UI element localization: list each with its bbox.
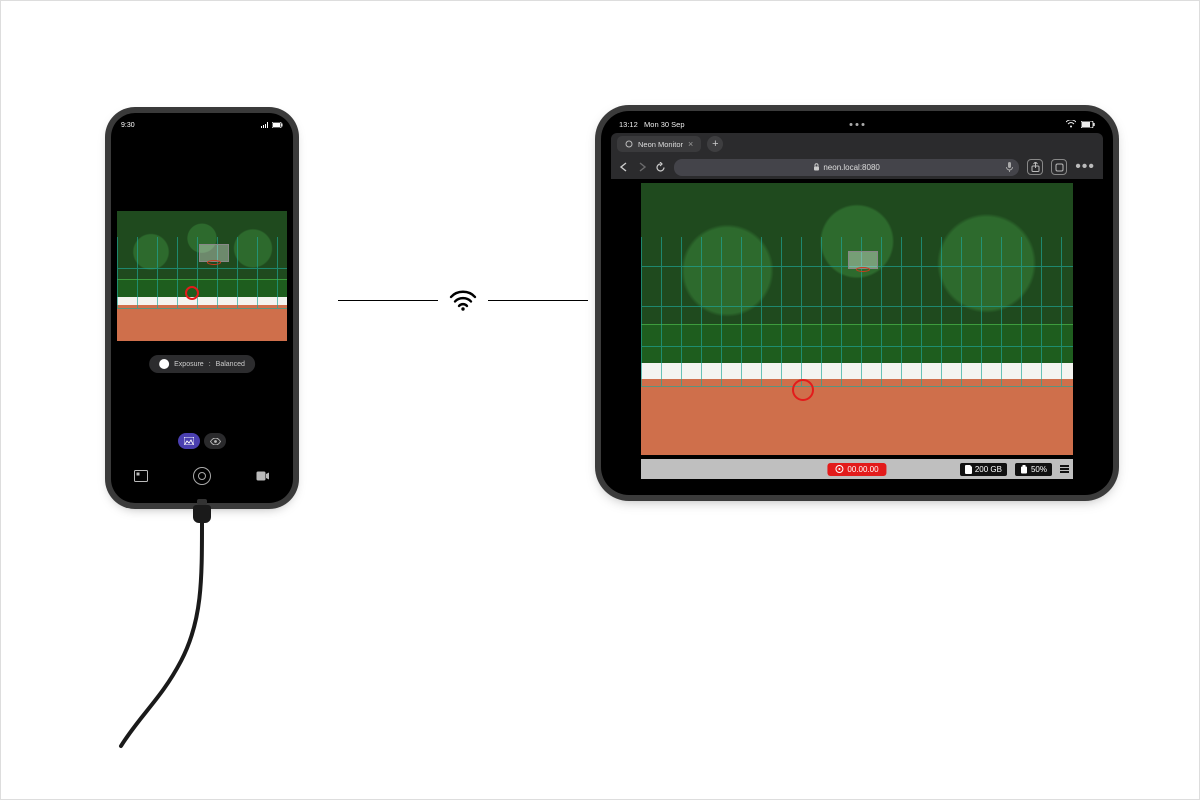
tabs-icon[interactable] <box>1051 159 1067 175</box>
page-favicon-icon <box>625 140 633 148</box>
mic-icon[interactable] <box>1006 162 1013 172</box>
url-text: neon.local:8080 <box>823 163 880 172</box>
wifi-icon <box>449 289 477 311</box>
tablet-clock: 13:12 <box>619 120 638 129</box>
eye-icon <box>210 438 221 445</box>
monitor-bottom-strip: 00.00.00 200 GB 50% <box>641 459 1073 479</box>
basketball-hoop <box>848 251 878 277</box>
back-icon[interactable] <box>619 162 629 172</box>
record-icon <box>835 465 843 473</box>
browser-tab-strip: Neon Monitor × + <box>611 133 1103 155</box>
browser-address-bar: neon.local:8080 ••• <box>611 155 1103 179</box>
record-indicator[interactable]: 00.00.00 <box>827 463 886 476</box>
cellular-icon <box>261 122 269 129</box>
lock-icon <box>813 163 820 171</box>
monitor-viewport[interactable] <box>641 183 1073 455</box>
shutter-button[interactable] <box>193 467 211 485</box>
focus-ring[interactable] <box>792 379 814 401</box>
gallery-icon[interactable] <box>134 470 148 482</box>
exposure-label: Exposure <box>174 361 204 368</box>
connection-line <box>338 300 438 301</box>
url-field[interactable]: neon.local:8080 <box>674 159 1019 176</box>
battery-value: 50% <box>1031 465 1047 474</box>
battery-small-icon <box>1020 465 1028 474</box>
sd-card-icon <box>965 465 972 474</box>
exposure-value: Balanced <box>216 361 245 368</box>
video-icon[interactable] <box>256 471 270 481</box>
phone-camera-viewport[interactable] <box>117 211 287 341</box>
new-tab-button[interactable]: + <box>707 136 723 152</box>
basketball-hoop <box>199 244 229 270</box>
tablet-device: 13:12 Mon 30 Sep Neon Monitor × + <box>601 111 1113 495</box>
phone-status-bar: 9:30 <box>121 119 283 131</box>
menu-icon[interactable] <box>1060 465 1069 473</box>
close-tab-icon[interactable]: × <box>688 139 693 149</box>
more-icon[interactable]: ••• <box>1075 158 1095 176</box>
scene-basketball-court <box>641 183 1073 455</box>
storage-value: 200 GB <box>975 465 1002 474</box>
forward-icon[interactable] <box>637 162 647 172</box>
phone-bottom-bar <box>111 463 293 489</box>
share-icon[interactable] <box>1027 159 1043 175</box>
image-icon <box>184 437 194 445</box>
tablet-date: Mon 30 Sep <box>644 120 684 129</box>
exposure-pill[interactable]: Exposure : Balanced <box>149 355 255 373</box>
multitask-dots-icon[interactable] <box>850 123 865 126</box>
battery-indicator: 50% <box>1015 463 1052 476</box>
reload-icon[interactable] <box>655 162 666 173</box>
wifi-status-icon <box>1066 120 1076 128</box>
storage-indicator: 200 GB <box>960 463 1007 476</box>
browser-tab[interactable]: Neon Monitor × <box>617 136 701 152</box>
connection-line <box>488 300 588 301</box>
battery-status-icon <box>1081 121 1095 128</box>
toggle-photo-mode[interactable] <box>178 433 200 449</box>
battery-icon <box>272 122 283 128</box>
tablet-status-bar: 13:12 Mon 30 Sep <box>619 117 1095 131</box>
browser-content: 00.00.00 200 GB 50% <box>611 179 1103 485</box>
browser-tab-title: Neon Monitor <box>638 140 683 149</box>
record-timecode: 00.00.00 <box>847 465 878 474</box>
exposure-icon <box>159 359 169 369</box>
usb-cable <box>101 521 301 751</box>
phone-mode-toggles <box>178 433 226 449</box>
toggle-eye-mode[interactable] <box>204 433 226 449</box>
phone-device: 9:30 Exposure : Balanced <box>111 113 293 503</box>
phone-clock: 9:30 <box>121 122 135 129</box>
scene-basketball-court <box>117 211 287 341</box>
